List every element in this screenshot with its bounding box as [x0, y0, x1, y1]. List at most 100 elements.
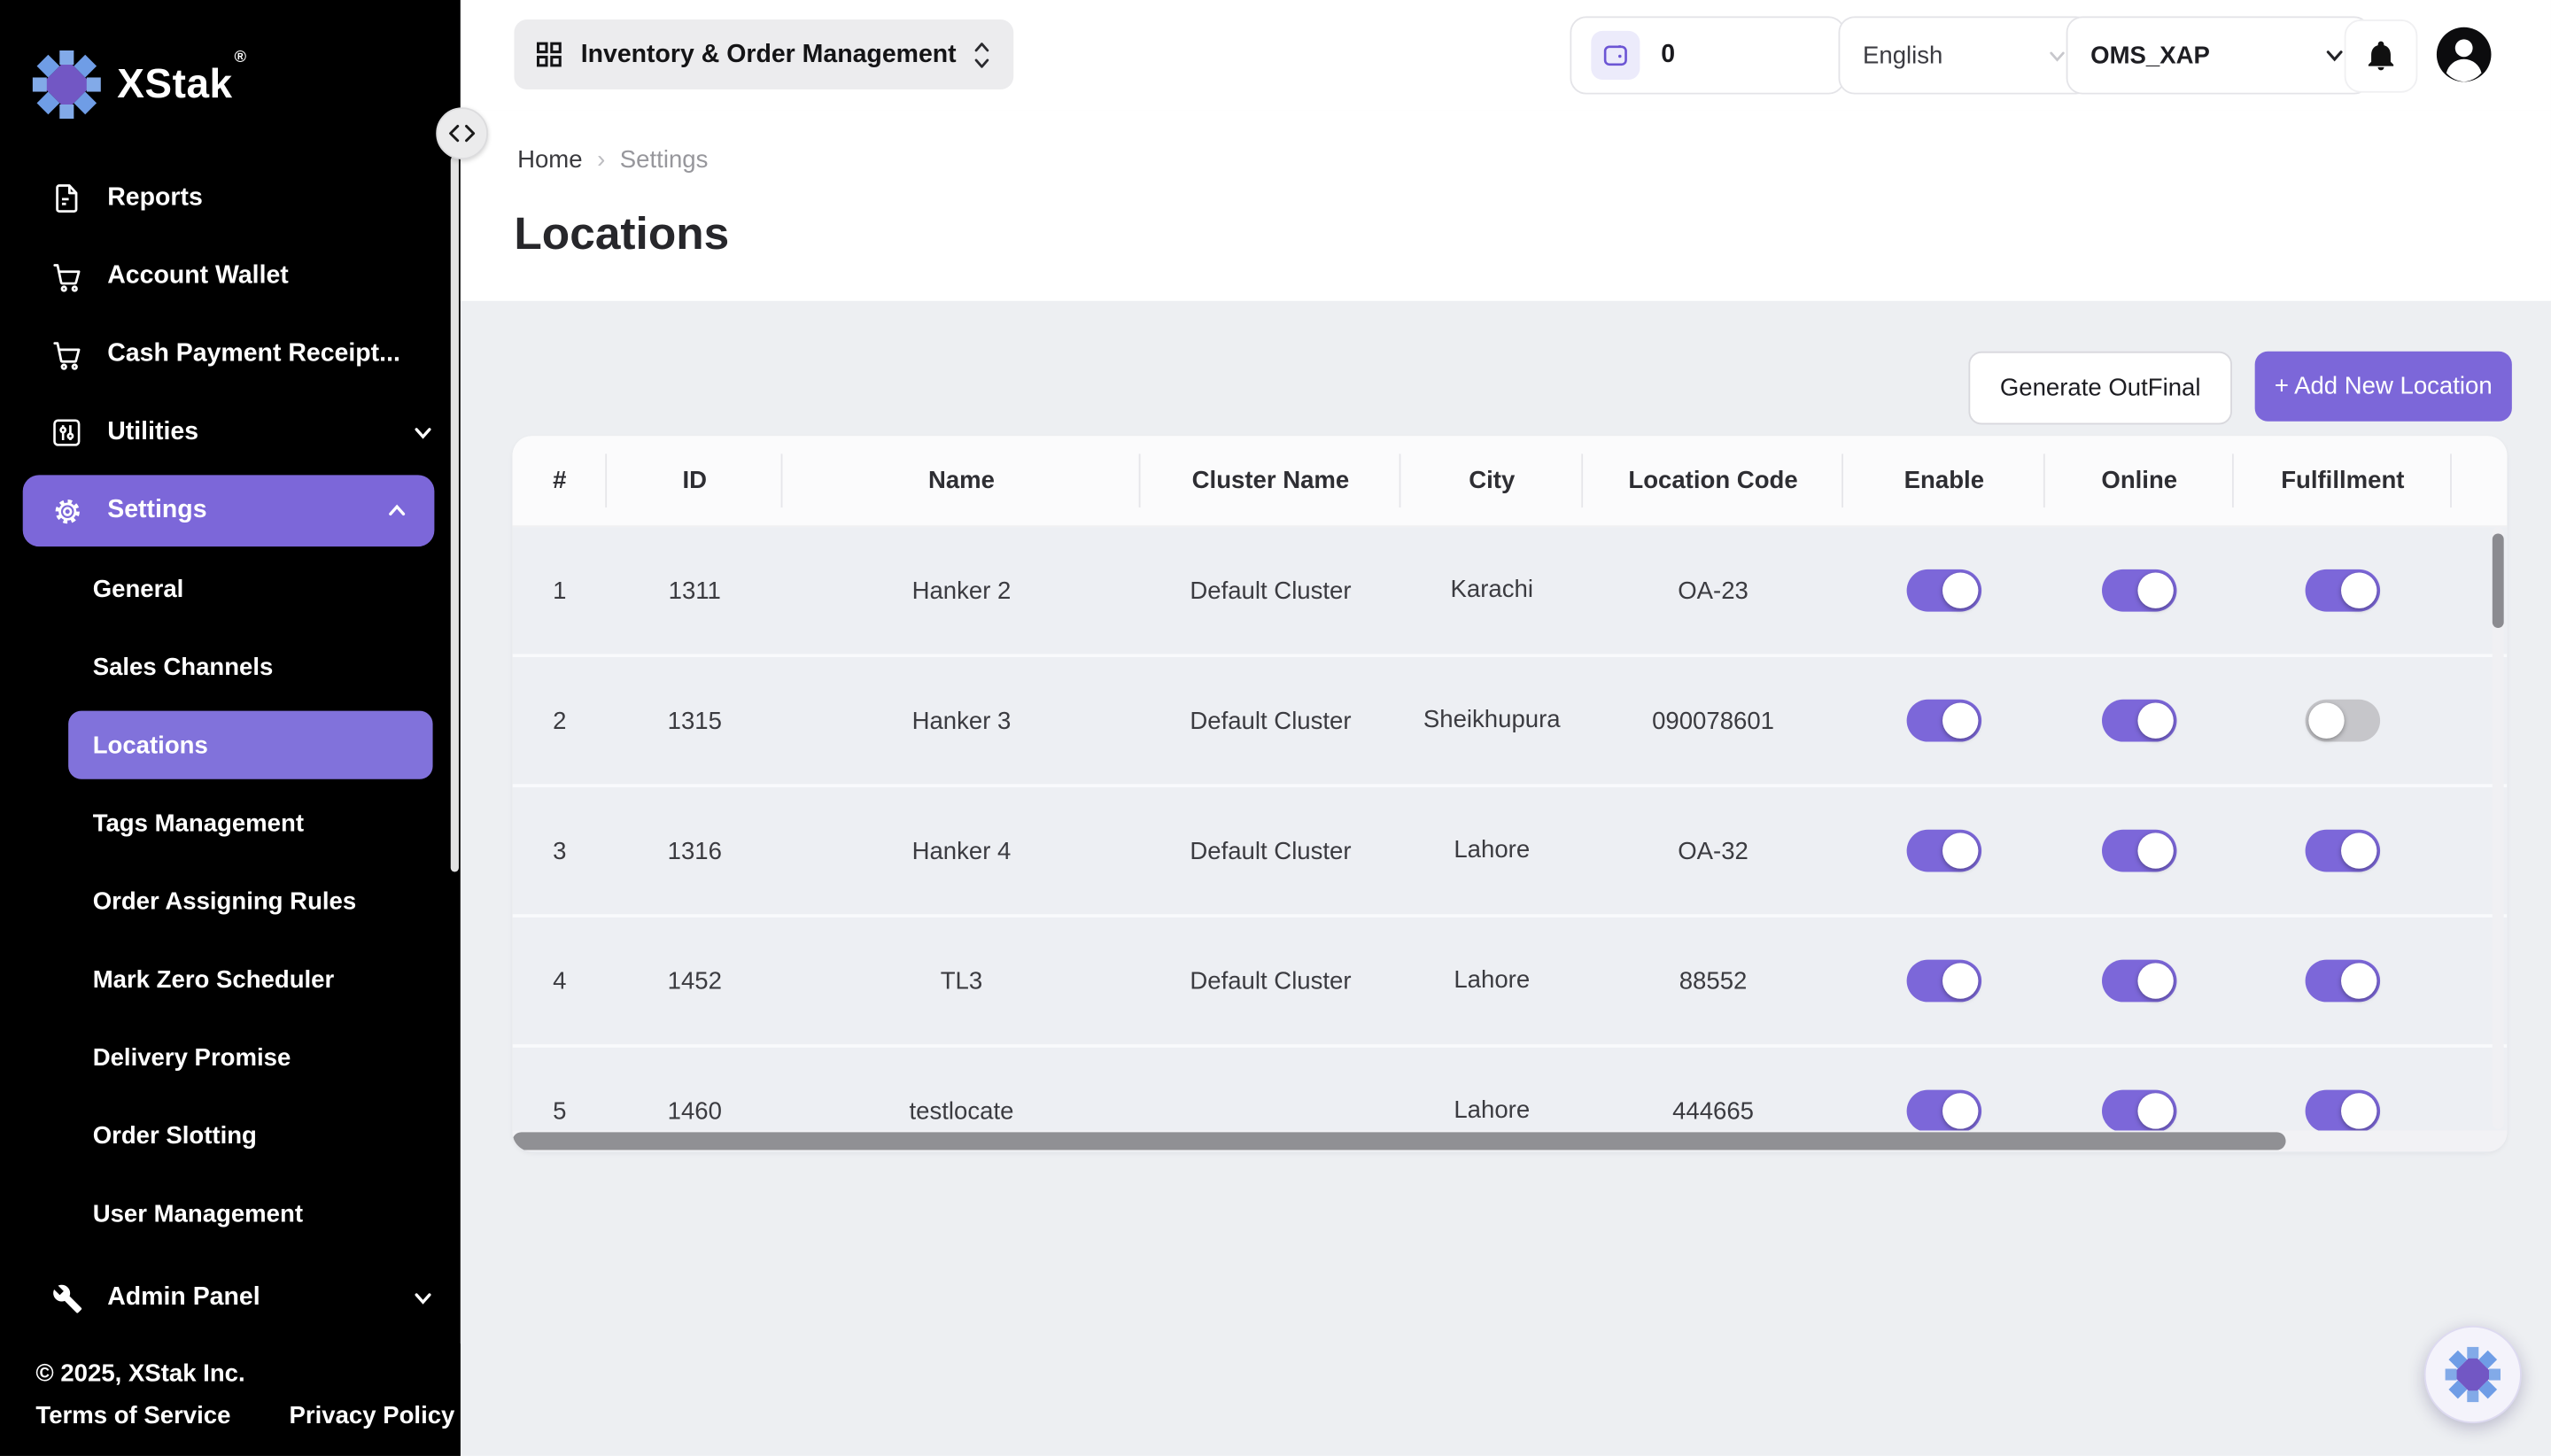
fulfillment-toggle[interactable] — [2306, 700, 2380, 742]
cell-cluster-value: Default Cluster — [1190, 837, 1351, 864]
brand-logo[interactable]: XStak® — [0, 0, 461, 136]
sidebar-item-cash-payment-receipt[interactable]: Cash Payment Receipt... — [0, 315, 461, 393]
sidebar-item-general[interactable]: General — [0, 550, 461, 628]
sidebar-item-label: Account Wallet — [107, 262, 289, 291]
cell-num-value: 1 — [553, 577, 566, 604]
table-cell-fulfillment — [2234, 830, 2452, 872]
table-cell-city: Lahore — [1400, 962, 1583, 1000]
sidebar-scrollbar[interactable] — [451, 156, 459, 871]
main-content: Home › Settings Locations Generate OutFi… — [461, 111, 2551, 1456]
table-cell-cluster: Default Cluster — [1141, 577, 1401, 604]
tenant-select[interactable]: OMS_XAP — [2066, 16, 2370, 94]
table-cell-name: Hanker 2 — [782, 577, 1140, 604]
sidebar-item-account-wallet[interactable]: Account Wallet — [0, 237, 461, 315]
sliders-icon — [49, 414, 84, 450]
terms-of-service-link[interactable]: Terms of Service — [35, 1402, 230, 1429]
table-cell-id: 1460 — [607, 1097, 782, 1125]
enable-toggle[interactable] — [1907, 700, 1981, 742]
online-toggle[interactable] — [2102, 960, 2176, 1003]
bell-icon — [2364, 39, 2399, 74]
horizontal-scrollbar-thumb[interactable] — [513, 1132, 2286, 1150]
toggle-knob — [2137, 573, 2173, 608]
xstak-flower-icon — [2446, 1347, 2501, 1402]
online-toggle[interactable] — [2102, 569, 2176, 612]
table-row: 11311Hanker 2Default ClusterKarachiOA-23 — [513, 527, 2508, 657]
vertical-scrollbar-thumb[interactable] — [2493, 533, 2504, 628]
breadcrumb-current: Settings — [620, 146, 709, 174]
sidebar-item-user-management[interactable]: User Management — [0, 1174, 461, 1252]
toggle-knob — [2341, 573, 2377, 608]
enable-toggle[interactable] — [1907, 569, 1981, 612]
table-body: 11311Hanker 2Default ClusterKarachiOA-23… — [513, 527, 2508, 1151]
sidebar-item-delivery-promise[interactable]: Delivery Promise — [0, 1018, 461, 1096]
chevron-down-icon — [412, 1287, 435, 1310]
sidebar-item-order-slotting[interactable]: Order Slotting — [0, 1096, 461, 1174]
cell-name-value: Hanker 4 — [912, 837, 1012, 864]
sidebar-item-mark-zero-scheduler[interactable]: Mark Zero Scheduler — [0, 941, 461, 1018]
fulfillment-toggle[interactable] — [2306, 569, 2380, 612]
table-cell-id: 1316 — [607, 837, 782, 864]
sidebar-item-label: Settings — [107, 496, 206, 525]
cart-icon — [49, 259, 84, 294]
sidebar-item-sales-channels[interactable]: Sales Channels — [0, 628, 461, 706]
enable-toggle[interactable] — [1907, 830, 1981, 872]
enable-toggle[interactable] — [1907, 1090, 1981, 1133]
cell-name-value: Hanker 2 — [912, 577, 1012, 604]
fulfillment-toggle[interactable] — [2306, 1090, 2380, 1133]
sidebar-item-label: Utilities — [107, 418, 198, 447]
wallet-icon — [1591, 31, 1640, 80]
add-new-location-button[interactable]: + Add New Location — [2255, 352, 2512, 422]
online-toggle[interactable] — [2102, 1090, 2176, 1133]
table-cell-name: Hanker 4 — [782, 837, 1140, 864]
notifications-button[interactable] — [2345, 19, 2418, 93]
table-cell-code: 444665 — [1583, 1097, 1843, 1125]
toggle-knob — [1942, 833, 1978, 868]
tenant-value: OMS_XAP — [2090, 42, 2210, 69]
online-toggle[interactable] — [2102, 830, 2176, 872]
app-root: XStak® Reports Account Wallet Cash Payme… — [0, 0, 2551, 1456]
toggle-knob — [2137, 702, 2173, 738]
table-cell-city: Lahore — [1400, 832, 1583, 870]
table-cell-city: Lahore — [1400, 1092, 1583, 1130]
settings-submenu: GeneralSales ChannelsLocationsTags Manag… — [0, 550, 461, 1252]
generate-outfinal-button[interactable]: Generate OutFinal — [1968, 352, 2232, 425]
sidebar-item-admin-panel[interactable]: Admin Panel — [0, 1259, 461, 1337]
toggle-knob — [2137, 833, 2173, 868]
fulfillment-toggle[interactable] — [2306, 830, 2380, 872]
user-avatar[interactable] — [2436, 26, 2493, 82]
column-header-city: City — [1400, 436, 1583, 525]
table-cell-num: 3 — [513, 837, 608, 864]
sidebar-item-label: Admin Panel — [107, 1283, 260, 1313]
language-select[interactable]: English — [1838, 16, 2092, 94]
language-value: English — [1863, 42, 1942, 69]
sidebar-collapse-button[interactable] — [436, 107, 488, 159]
sidebar-item-locations[interactable]: Locations — [68, 711, 432, 779]
sidebar-item-reports[interactable]: Reports — [0, 159, 461, 237]
table-cell-cluster: Default Cluster — [1141, 967, 1401, 995]
toggle-knob — [2341, 1093, 2377, 1128]
toggle-knob — [1942, 573, 1978, 608]
online-toggle[interactable] — [2102, 700, 2176, 742]
app-module-label: Inventory & Order Management — [581, 40, 957, 69]
cell-id-value: 1460 — [668, 1097, 722, 1125]
sidebar-item-order-assigning-rules[interactable]: Order Assigning Rules — [0, 862, 461, 940]
wrench-icon — [49, 1280, 84, 1315]
sidebar-item-tags-management[interactable]: Tags Management — [0, 784, 461, 862]
table-row: 21315Hanker 3Default ClusterSheikhupura0… — [513, 657, 2508, 787]
table-cell-code: 090078601 — [1583, 707, 1843, 734]
enable-toggle[interactable] — [1907, 960, 1981, 1003]
floating-action-button[interactable] — [2424, 1326, 2522, 1423]
table-cell-cluster: Default Cluster — [1141, 707, 1401, 734]
privacy-policy-link[interactable]: Privacy Policy — [290, 1402, 455, 1429]
cart-icon — [49, 337, 84, 372]
app-module-selector[interactable]: Inventory & Order Management — [514, 19, 1013, 89]
breadcrumb-home-link[interactable]: Home — [517, 146, 582, 174]
sidebar-item-utilities[interactable]: Utilities — [0, 393, 461, 471]
sidebar-item-settings[interactable]: Settings — [23, 475, 435, 546]
cell-name-value: TL3 — [941, 967, 982, 995]
fulfillment-toggle[interactable] — [2306, 960, 2380, 1003]
locations-table-card: #IDNameCluster NameCityLocation CodeEnab… — [513, 436, 2508, 1151]
cell-id-value: 1311 — [669, 577, 721, 604]
wallet-balance-widget[interactable]: 0 — [1570, 16, 1844, 94]
cell-cluster-value: Default Cluster — [1190, 707, 1351, 734]
